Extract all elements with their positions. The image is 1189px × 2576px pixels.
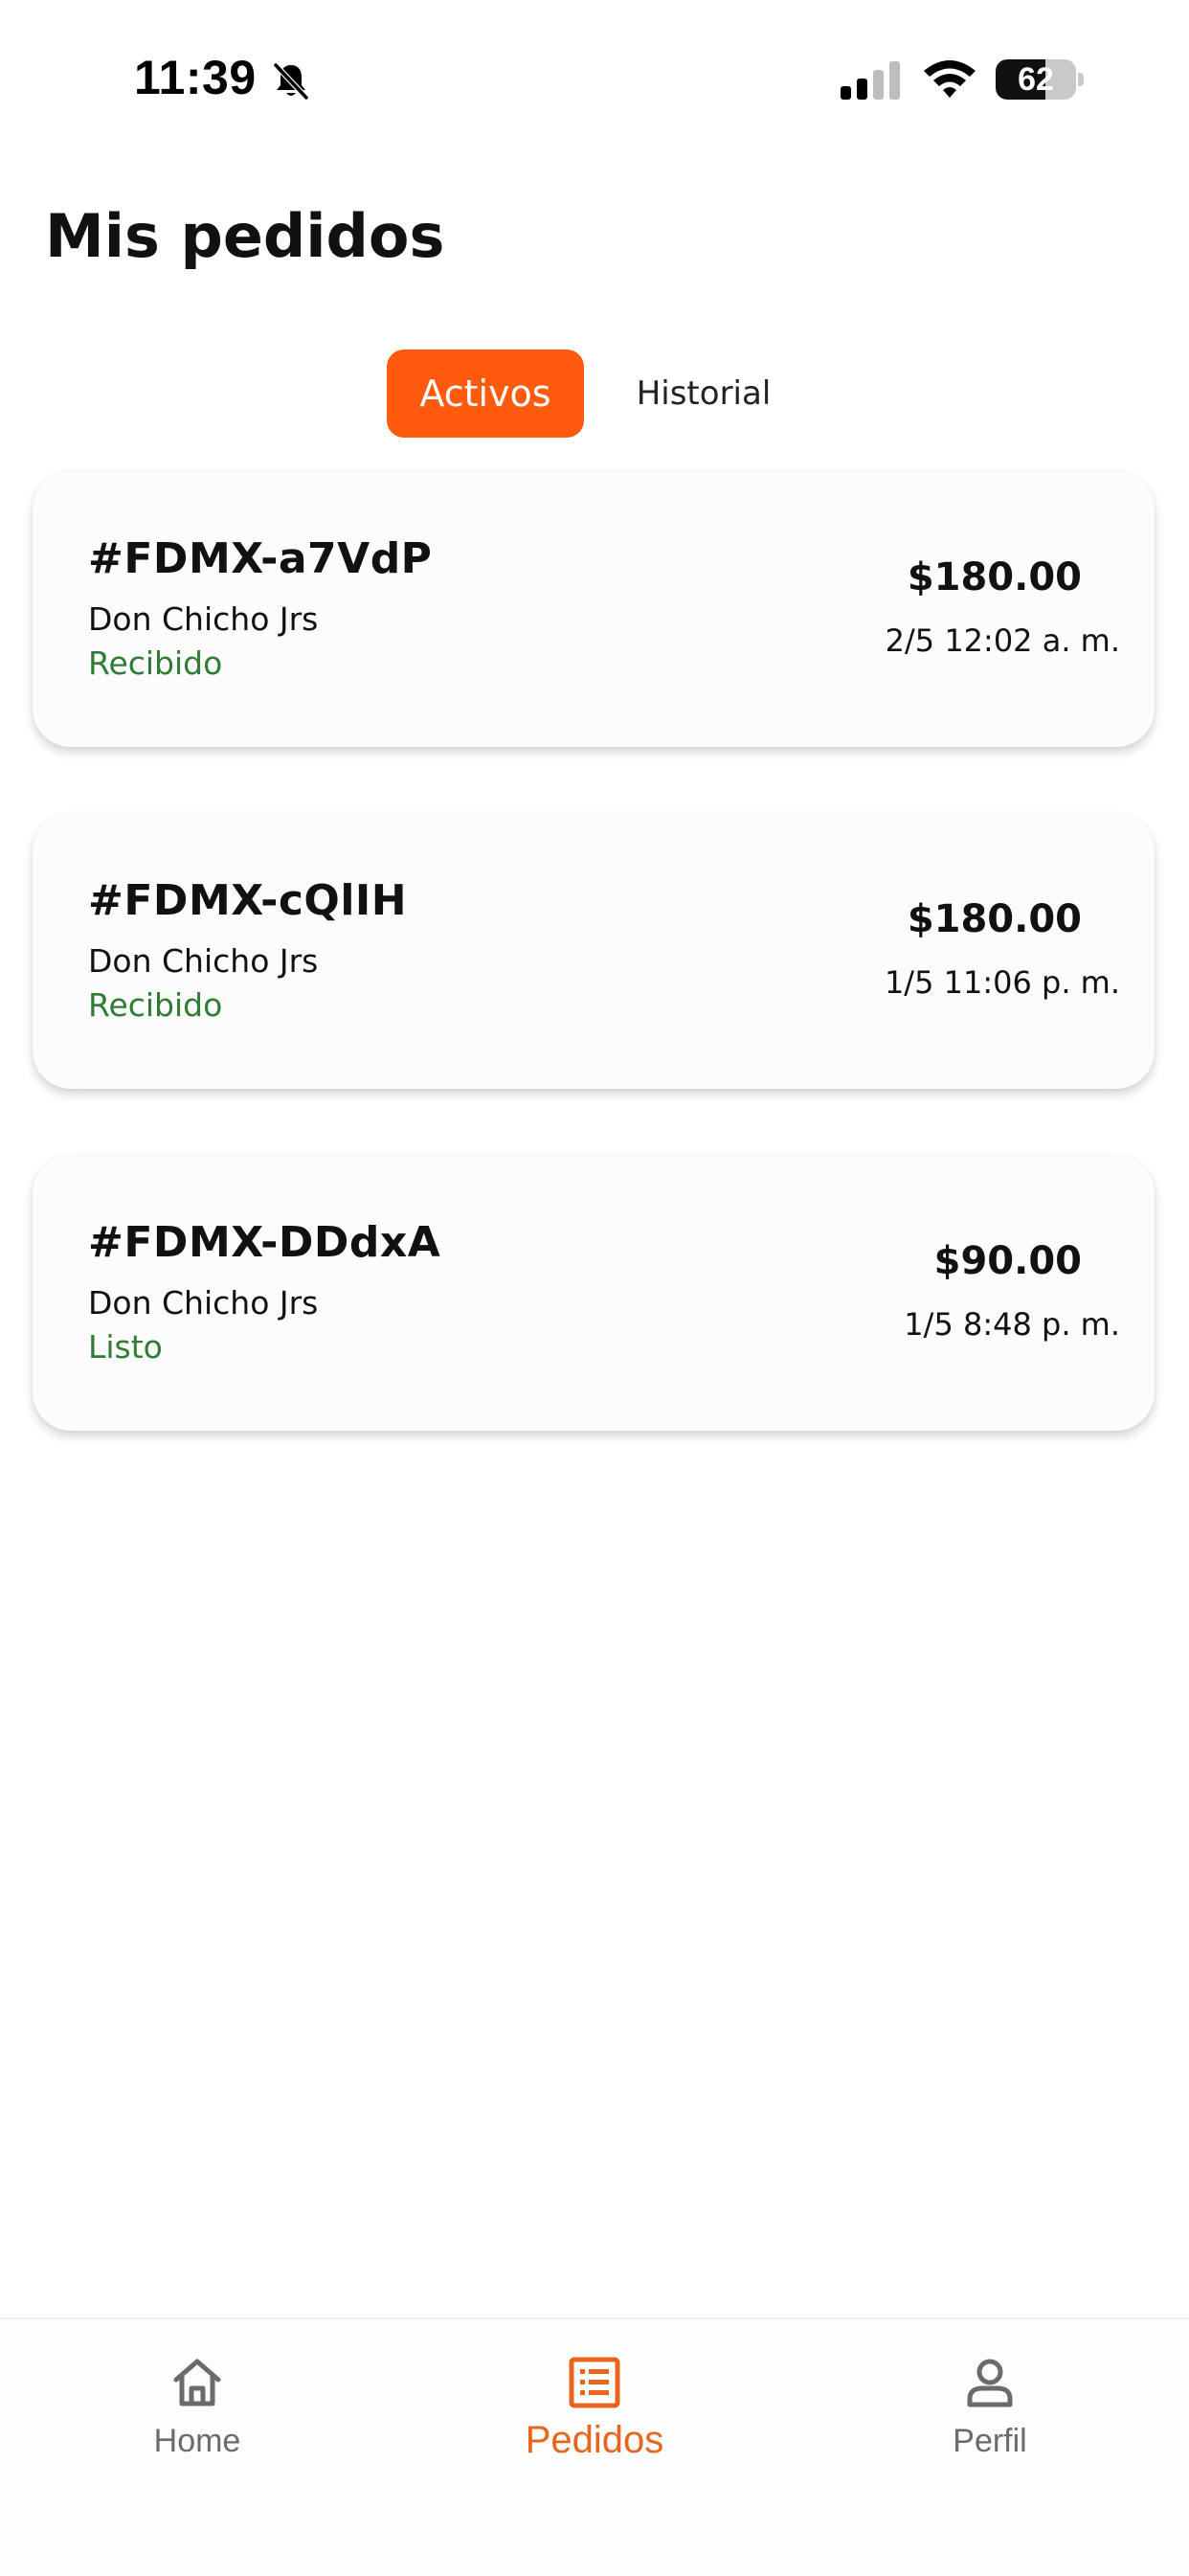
order-total: $180.00: [907, 555, 1082, 599]
order-id: #FDMX-DDdxA: [88, 1218, 441, 1267]
battery-icon: 62: [996, 59, 1084, 100]
order-store: Don Chicho Jrs: [88, 600, 319, 638]
nav-home[interactable]: Home: [54, 2354, 341, 2460]
cellular-signal-icon: [841, 61, 900, 100]
orders-list: #FDMX-a7VdP Don Chicho Jrs Recibido $180…: [33, 471, 1155, 1497]
order-date: 2/5 12:02 a. m.: [885, 622, 1120, 659]
status-bar: 11:39 62: [0, 0, 1189, 163]
nav-pedidos-label: Pedidos: [525, 2419, 664, 2461]
order-card[interactable]: #FDMX-cQlIH Don Chicho Jrs Recibido $180…: [33, 813, 1155, 1089]
order-store: Don Chicho Jrs: [88, 1284, 319, 1322]
tab-activos[interactable]: Activos: [387, 350, 584, 438]
list-icon: [569, 2357, 620, 2408]
order-id: #FDMX-cQlIH: [88, 876, 408, 925]
tab-historial[interactable]: Historial: [584, 350, 823, 438]
nav-home-label: Home: [153, 2423, 241, 2459]
user-icon: [967, 2359, 1013, 2407]
battery-level: 62: [1018, 61, 1054, 98]
order-card[interactable]: #FDMX-DDdxA Don Chicho Jrs Listo $90.00 …: [33, 1155, 1155, 1431]
bell-muted-icon: [273, 62, 309, 101]
order-card[interactable]: #FDMX-a7VdP Don Chicho Jrs Recibido $180…: [33, 471, 1155, 747]
order-total: $180.00: [907, 897, 1082, 941]
order-status: Listo: [88, 1328, 163, 1366]
home-icon: [173, 2359, 221, 2407]
nav-pedidos[interactable]: Pedidos: [451, 2354, 738, 2462]
wifi-icon: [924, 60, 976, 98]
bottom-nav: Home Pedidos Perfil: [0, 2317, 1189, 2576]
order-date: 1/5 8:48 p. m.: [904, 1306, 1120, 1343]
status-time: 11:39: [134, 51, 257, 104]
order-id: #FDMX-a7VdP: [88, 534, 433, 583]
nav-perfil-label: Perfil: [953, 2423, 1027, 2459]
order-status: Recibido: [88, 644, 223, 682]
nav-perfil[interactable]: Perfil: [846, 2354, 1133, 2460]
order-tabs: Activos Historial: [387, 350, 823, 438]
order-total: $90.00: [933, 1239, 1082, 1283]
page-title: Mis pedidos: [45, 201, 445, 271]
order-store: Don Chicho Jrs: [88, 942, 319, 980]
order-status: Recibido: [88, 986, 223, 1024]
order-date: 1/5 11:06 p. m.: [884, 964, 1120, 1001]
